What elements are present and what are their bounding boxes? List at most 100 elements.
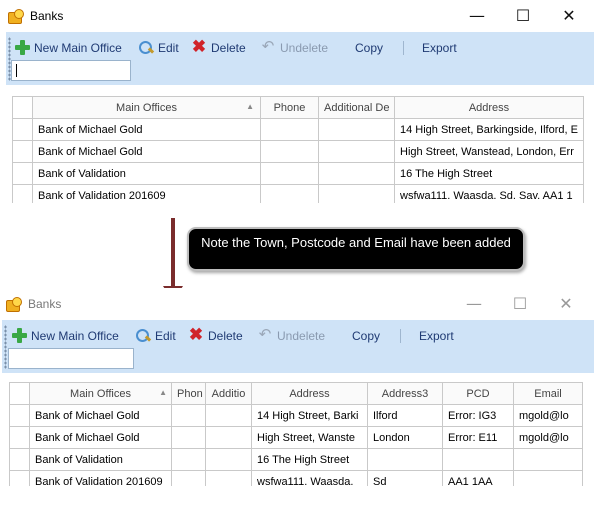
- search-input[interactable]: [8, 348, 134, 369]
- maximize-button[interactable]: ☐: [500, 0, 546, 32]
- cell-pcd[interactable]: Error: E11: [442, 426, 514, 449]
- table-row[interactable]: Bank of Validation 16 The High Street: [9, 448, 583, 471]
- cell-address[interactable]: wsfwa111. Waasda. Sd. Sav. AA1 1: [394, 184, 584, 203]
- cell-additional-details[interactable]: [205, 404, 252, 427]
- cell-phone[interactable]: [171, 448, 206, 471]
- minimize-button[interactable]: —: [451, 288, 497, 320]
- row-header[interactable]: [9, 426, 30, 449]
- new-main-office-button[interactable]: New Main Office: [14, 39, 122, 57]
- cell-additional-details[interactable]: [318, 184, 395, 203]
- cell-pcd[interactable]: Error: IG3: [442, 404, 514, 427]
- row-header[interactable]: [12, 184, 33, 203]
- cell-email[interactable]: [513, 448, 583, 471]
- cell-address[interactable]: 16 The High Street: [394, 162, 584, 185]
- copy-button[interactable]: Copy: [352, 327, 380, 345]
- export-button[interactable]: Export: [422, 39, 457, 57]
- delete-button[interactable]: Delete: [188, 327, 243, 345]
- edit-button[interactable]: Edit: [135, 327, 176, 345]
- table-row[interactable]: Bank of Validation 16 The High Street: [12, 162, 584, 185]
- cell-main-office[interactable]: Bank of Validation 201609: [29, 470, 172, 486]
- banks-app-icon: [6, 297, 22, 312]
- cell-address[interactable]: High Street, Wanste: [251, 426, 368, 449]
- column-header-address3[interactable]: Address3: [367, 382, 443, 405]
- cell-phone[interactable]: [171, 426, 206, 449]
- copy-button[interactable]: Copy: [355, 39, 383, 57]
- row-header[interactable]: [12, 162, 33, 185]
- cell-pcd[interactable]: [442, 448, 514, 471]
- column-header-phone[interactable]: Phone: [260, 96, 319, 119]
- export-label: Export: [422, 41, 457, 55]
- cell-main-office[interactable]: Bank of Validation 201609: [32, 184, 261, 203]
- edit-label: Edit: [155, 329, 176, 343]
- cell-email[interactable]: mgold@lo: [513, 404, 583, 427]
- cell-additional-details[interactable]: [205, 448, 252, 471]
- minimize-button[interactable]: —: [454, 0, 500, 32]
- cell-additional-details[interactable]: [318, 118, 395, 141]
- cell-additional-details[interactable]: [318, 162, 395, 185]
- close-button[interactable]: ✕: [546, 0, 592, 32]
- edit-button[interactable]: Edit: [138, 39, 179, 57]
- cell-email[interactable]: mgold@lo: [513, 426, 583, 449]
- cell-address[interactable]: 14 High Street, Barki: [251, 404, 368, 427]
- column-header-main-offices[interactable]: Main Offices ▲: [29, 382, 172, 405]
- column-header-pcd[interactable]: PCD: [442, 382, 514, 405]
- undelete-button[interactable]: Undelete: [260, 39, 328, 57]
- table-row[interactable]: Bank of Michael Gold High Street, Wanste…: [9, 426, 583, 449]
- cell-address[interactable]: wsfwa111. Waasda.: [251, 470, 368, 486]
- cell-main-office[interactable]: Bank of Michael Gold: [29, 426, 172, 449]
- column-header-email[interactable]: Email: [513, 382, 583, 405]
- cell-main-office[interactable]: Bank of Validation: [32, 162, 261, 185]
- cell-additional-details[interactable]: [318, 140, 395, 163]
- table-row[interactable]: Bank of Michael Gold 14 High Street, Bar…: [12, 118, 584, 141]
- undelete-button[interactable]: Undelete: [257, 327, 325, 345]
- new-main-office-button[interactable]: New Main Office: [11, 327, 119, 345]
- close-button[interactable]: ✕: [543, 288, 589, 320]
- cell-main-office[interactable]: Bank of Michael Gold: [32, 118, 261, 141]
- cell-main-office[interactable]: Bank of Michael Gold: [32, 140, 261, 163]
- copy-label: Copy: [352, 329, 381, 343]
- table-row[interactable]: Bank of Michael Gold 14 High Street, Bar…: [9, 404, 583, 427]
- column-header-additional-details[interactable]: Additio: [205, 382, 252, 405]
- copy-label: Copy: [355, 41, 384, 55]
- cell-phone[interactable]: [260, 140, 319, 163]
- cell-address[interactable]: High Street, Wanstead, London, Err: [394, 140, 584, 163]
- cell-additional-details[interactable]: [205, 470, 252, 486]
- row-header-corner: [9, 382, 30, 405]
- row-header[interactable]: [12, 140, 33, 163]
- column-header-additional-details[interactable]: Additional De: [318, 96, 395, 119]
- row-header[interactable]: [9, 470, 30, 486]
- cell-address3[interactable]: Sd: [367, 470, 443, 486]
- column-header-address[interactable]: Address: [251, 382, 368, 405]
- undo-arrow-icon: [257, 327, 273, 343]
- cell-phone[interactable]: [171, 470, 206, 486]
- column-header-phone[interactable]: Phon: [171, 382, 206, 405]
- cell-phone[interactable]: [260, 118, 319, 141]
- delete-button[interactable]: Delete: [191, 39, 246, 57]
- cell-address[interactable]: 16 The High Street: [251, 448, 368, 471]
- maximize-button[interactable]: ☐: [497, 288, 543, 320]
- cell-main-office[interactable]: Bank of Validation: [29, 448, 172, 471]
- cell-pcd[interactable]: AA1 1AA: [442, 470, 514, 486]
- column-header-address[interactable]: Address: [394, 96, 584, 119]
- table-row[interactable]: Bank of Michael Gold High Street, Wanste…: [12, 140, 584, 163]
- search-input[interactable]: [11, 60, 131, 81]
- cell-phone[interactable]: [260, 162, 319, 185]
- cell-additional-details[interactable]: [205, 426, 252, 449]
- cell-phone[interactable]: [171, 404, 206, 427]
- row-header[interactable]: [9, 448, 30, 471]
- window-title: Banks: [28, 297, 62, 311]
- column-header-main-offices[interactable]: Main Offices ▲: [32, 96, 261, 119]
- cell-phone[interactable]: [260, 184, 319, 203]
- cell-address3[interactable]: Ilford: [367, 404, 443, 427]
- export-button[interactable]: Export: [419, 327, 454, 345]
- row-header[interactable]: [12, 118, 33, 141]
- toolbar-grip[interactable]: [4, 325, 7, 369]
- cell-main-office[interactable]: Bank of Michael Gold: [29, 404, 172, 427]
- cell-address3[interactable]: London: [367, 426, 443, 449]
- table-row[interactable]: Bank of Validation 201609 wsfwa111. Waas…: [12, 184, 584, 203]
- cell-address3[interactable]: [367, 448, 443, 471]
- cell-address[interactable]: 14 High Street, Barkingside, Ilford, E: [394, 118, 584, 141]
- table-row[interactable]: Bank of Validation 201609 wsfwa111. Waas…: [9, 470, 583, 486]
- cell-email[interactable]: [513, 470, 583, 486]
- row-header[interactable]: [9, 404, 30, 427]
